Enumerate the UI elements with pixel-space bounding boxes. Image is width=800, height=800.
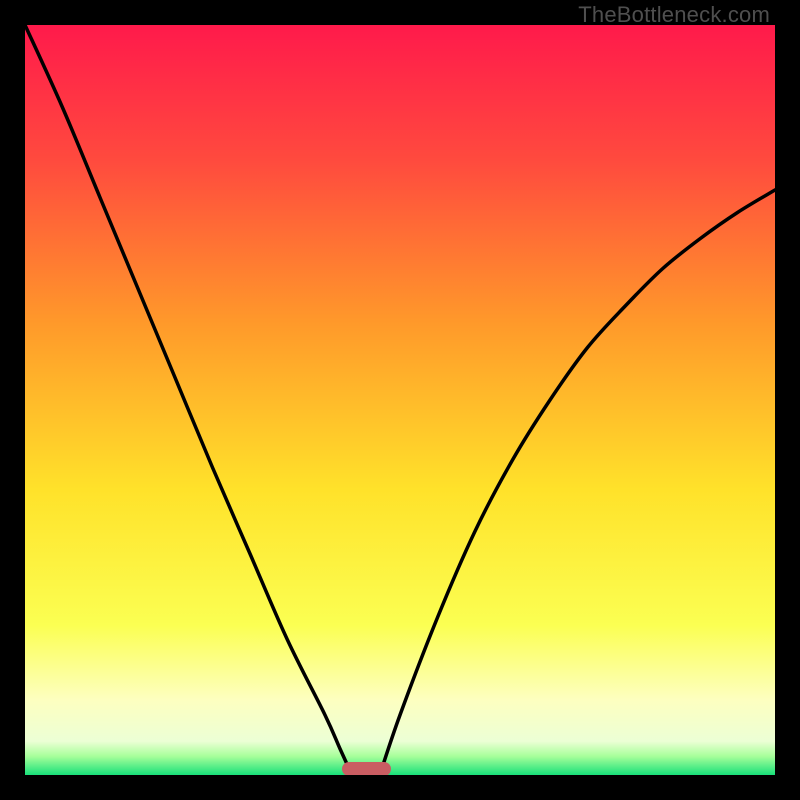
bottleneck-curve bbox=[25, 25, 775, 775]
curve-right bbox=[380, 190, 775, 775]
frame: TheBottleneck.com bbox=[0, 0, 800, 800]
watermark-text: TheBottleneck.com bbox=[578, 2, 770, 28]
optimal-range-marker bbox=[342, 762, 391, 775]
plot-area bbox=[25, 25, 775, 775]
curve-left bbox=[25, 25, 352, 775]
